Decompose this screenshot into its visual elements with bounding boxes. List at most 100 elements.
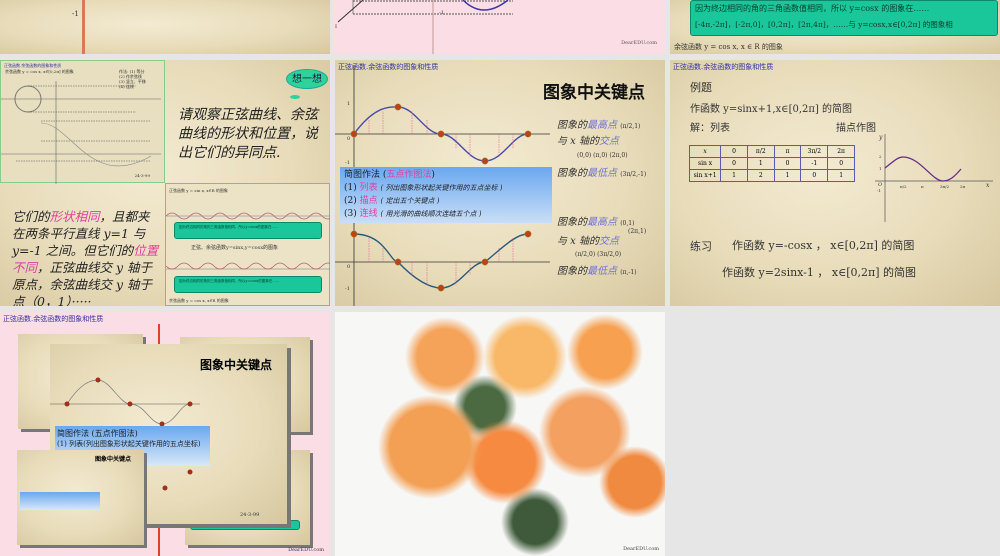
note-line: 因为终边相同的角的三角函数值相同，所以 y=cosx 的图象在……	[695, 4, 930, 13]
y-tick: 1	[347, 101, 351, 107]
slide-thumb-photo[interactable]: DearEDU.com	[335, 312, 665, 556]
label: 简图作法 (	[344, 170, 387, 180]
value: (3π/2,-1)	[620, 171, 647, 178]
value: (π/2,0) (3π/2,0)	[575, 251, 622, 258]
roses-image	[335, 312, 665, 556]
label: 图象的	[557, 168, 587, 179]
value: (π/2,1)	[620, 123, 641, 130]
method-step: (1) 列表(列出图象形状起关键作用的五点坐标)	[57, 440, 201, 448]
practice-label: 练习	[690, 240, 712, 253]
sin-max: 图象的最高点 (π/2,1)	[557, 116, 640, 131]
graph-caption: 余弦函数 y = cos x, x∈R 的图象	[169, 298, 229, 303]
slide-date: 24-3-99	[240, 512, 260, 518]
label: 与 x 轴的	[557, 136, 599, 147]
axis-label: y	[879, 134, 883, 141]
answer-text: 它们的形状相同，且都夹在两条平行直线 y=1 与 y=-1 之间。但它们的位置不…	[12, 208, 162, 306]
slide-thumb-top-middle[interactable]: -1 I DearEDU.com	[333, 0, 665, 54]
dashed-diagram	[337, 0, 513, 54]
value: (π,-1)	[620, 269, 637, 276]
x-tick: 2π	[960, 184, 966, 189]
y-tick: 1	[879, 166, 882, 171]
watermark: DearEDU.com	[288, 547, 324, 553]
bubble-text: 想一想	[292, 74, 322, 85]
axis-label: x	[986, 182, 990, 189]
method-box	[20, 492, 100, 510]
note-line: [-4π,-2π]，[-2π,0]，[0,2π]，[2π,4π]，……与 y=c…	[695, 20, 953, 29]
axis-label: I	[335, 24, 337, 30]
label: 图象的	[557, 266, 587, 277]
slide-thumb-collage[interactable]: 正弦函数.余弦函数的图象和性质 图象中关键点 简图作法 (五点作图法) (1) …	[0, 312, 330, 556]
step-desc: ( 用光滑的曲线顺次连结五个点 )	[380, 210, 482, 218]
cos-cross: 与 x 轴的交点	[557, 232, 619, 247]
step-name: 连线	[359, 209, 378, 219]
construction-diagram	[1, 81, 161, 184]
answer-highlight: 形状相同	[49, 209, 100, 224]
y-tick: -1	[345, 160, 350, 166]
y-tick: 0	[347, 264, 351, 270]
cos-min: 图象的最低点 (π,-1)	[557, 262, 637, 277]
step-num: (1)	[344, 183, 357, 193]
green-note: 因为终边相同的角的三角函数值相同，所以y=sinx的图象在……	[174, 222, 322, 239]
step-num: (3)	[344, 209, 357, 219]
watermark: DearEDU.com	[621, 40, 657, 46]
wave-panel: 正弦函数 y = sin x, x∈R 的图象 因为终边相同的角的三角函数值相同…	[165, 183, 330, 306]
answer-part: 它们的	[12, 209, 50, 224]
question-text: 请观察正弦曲线、余弦曲线的形状和位置，说出它们的异同点.	[178, 107, 318, 161]
step-desc: ( 定出五个关键点 )	[380, 197, 440, 205]
method-title: 简图作法 (五点作图法)	[344, 169, 548, 182]
slide-caption: 余弦函数 y = cos x, x ∈ R 的图象	[674, 43, 783, 51]
y-tick: -1	[877, 188, 881, 193]
slide-date: 24-3-99	[134, 173, 150, 178]
slide-thumb-compare[interactable]: 正弦函数.余弦函数的图象和性质 余弦函数 y = cos x, x∈[0,2π]…	[0, 60, 330, 306]
step-name: 描点	[359, 196, 378, 206]
slide-title: 正弦函数.余弦函数的图象和性质	[3, 315, 104, 323]
x-tick: π	[921, 184, 924, 189]
slide-thumb-top-right[interactable]: 因为终边相同的角的三角函数值相同，所以 y=cosx 的图象在…… [-4π,-…	[670, 0, 1000, 54]
step-num: (2)	[344, 196, 357, 206]
method-title: 简图作法 (五点作图法)	[57, 429, 138, 438]
practice-item: 作函数 y=2sinx-1 ， x∈[0,2π] 的简图	[722, 266, 917, 279]
watermark: DearEDU.com	[623, 546, 659, 552]
keyword: 最低点	[587, 266, 617, 277]
slide-thumb-example[interactable]: 正弦函数.余弦函数的图象和性质 例题 作函数 y=sinx+1,x∈[0,2π]…	[670, 60, 1000, 306]
green-note: 因为终边相同的角的三角函数值相同，所以 y=cosx 的图象在…… [-4π,-…	[690, 0, 998, 36]
keyword: 最高点	[587, 120, 617, 131]
axis-label: -1	[439, 10, 444, 16]
value: (0,1)	[620, 220, 635, 227]
mini-slide-small: 图象中关键点	[17, 450, 144, 545]
axis-label: -1	[72, 10, 79, 18]
label: )	[431, 170, 435, 180]
keyword: 最高点	[587, 217, 617, 228]
method-step: (1) 列表 ( 列出图象形状起关键作用的五点坐标 )	[344, 182, 548, 195]
slide-thumb-top-left[interactable]: -1	[0, 0, 330, 54]
green-note: 因为终边相同的角的三角函数值相同，所以y=cosx的图象在……	[174, 276, 322, 293]
value: (0,0) (π,0) (2π,0)	[577, 152, 628, 159]
x-tick: π/2	[900, 184, 907, 189]
cos-max: 图象的最高点 (0,1)	[557, 213, 634, 228]
practice-item: 作函数 y=-cosx ， x∈[0,2π] 的简图	[732, 239, 915, 252]
value: (2π,1)	[628, 228, 647, 235]
thought-bubble: 想一想	[286, 69, 328, 89]
step-name: 列表	[359, 183, 378, 193]
sin-min: 图象的最低点 (3π/2,-1)	[557, 164, 646, 179]
label: 图象的	[557, 120, 587, 131]
bubble-dot	[290, 95, 300, 99]
y-tick: 2	[879, 154, 882, 159]
x-tick: 3π/2	[940, 184, 950, 189]
method-step: (3) 连线 ( 用光滑的曲线顺次连结五个点 )	[344, 208, 548, 221]
y-tick: -1	[345, 286, 350, 292]
heading: 图象中关键点	[95, 456, 132, 463]
keyword: 交点	[599, 136, 619, 147]
y-tick: 0	[347, 136, 351, 142]
method-step: (2) 描点 ( 定出五个关键点 )	[344, 195, 548, 208]
wave-caption: 正弦、余弦函数y=sinx,y=cosx的图象	[191, 245, 279, 251]
keyword: 最低点	[587, 168, 617, 179]
y-axis-line	[82, 0, 85, 54]
keyword: 五点作图法	[386, 170, 432, 180]
method-box: 简图作法 (五点作图法) (1) 列表 ( 列出图象形状起关键作用的五点坐标 )…	[340, 167, 552, 223]
sin-cross: 与 x 轴的交点	[557, 132, 619, 147]
slide-thumb-keypoints[interactable]: 正弦函数.余弦函数的图象和性质 图象中关键点 1 0 -1 0 -1 图象的最高…	[335, 60, 665, 306]
label: 图象的	[557, 217, 587, 228]
cos-construction-panel: 正弦函数.余弦函数的图象和性质 余弦函数 y = cos x, x∈[0,2π]…	[0, 60, 165, 184]
label: 与 x 轴的	[557, 236, 599, 247]
